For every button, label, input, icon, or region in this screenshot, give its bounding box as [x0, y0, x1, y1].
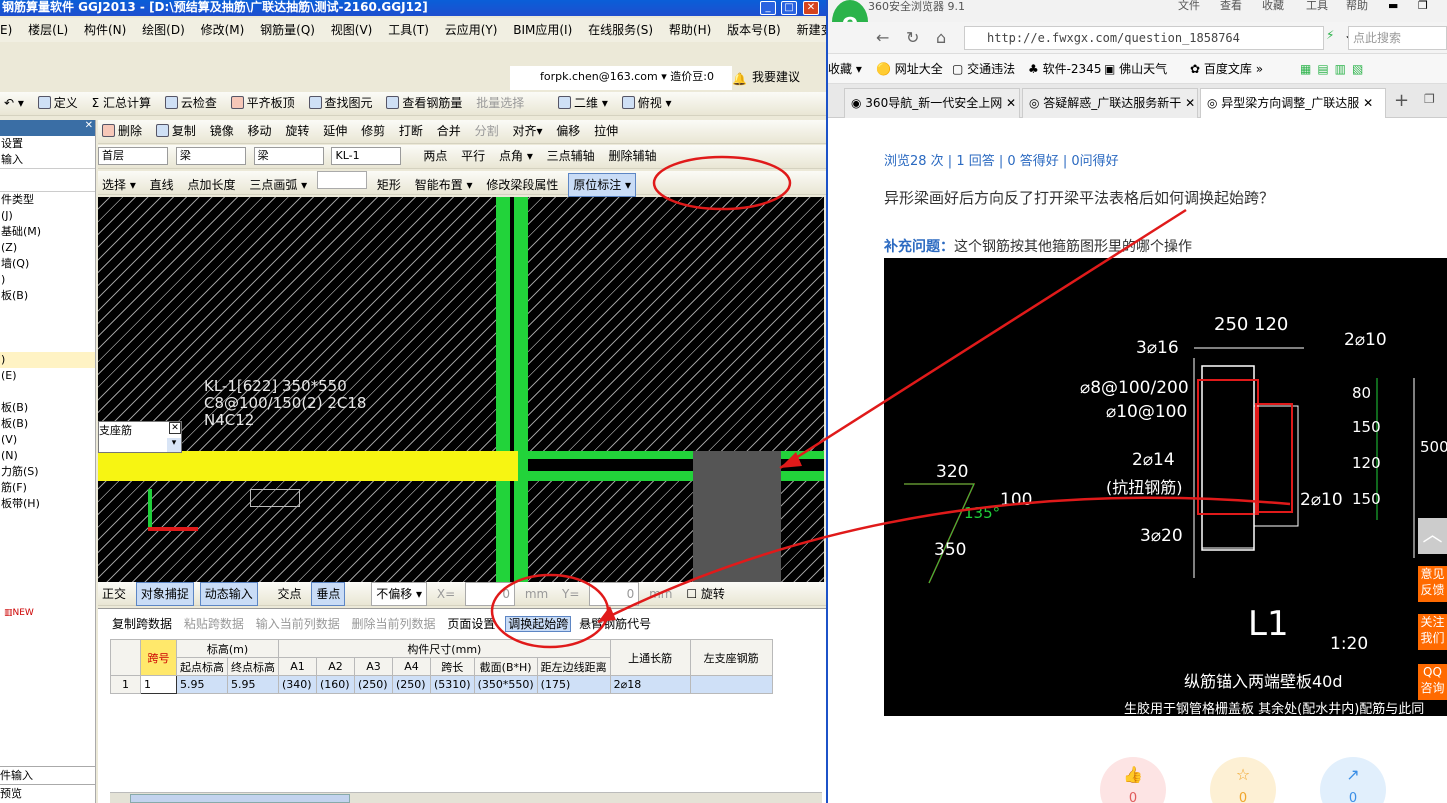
- annotation-arrow: [779, 208, 1187, 470]
- annotation-overlay: [490, 155, 1291, 649]
- annotation-arrow: [597, 496, 1291, 624]
- annotation-arrowhead: [780, 452, 802, 468]
- annotation-ellipse: [490, 573, 610, 649]
- annotation-ellipse: [652, 155, 792, 211]
